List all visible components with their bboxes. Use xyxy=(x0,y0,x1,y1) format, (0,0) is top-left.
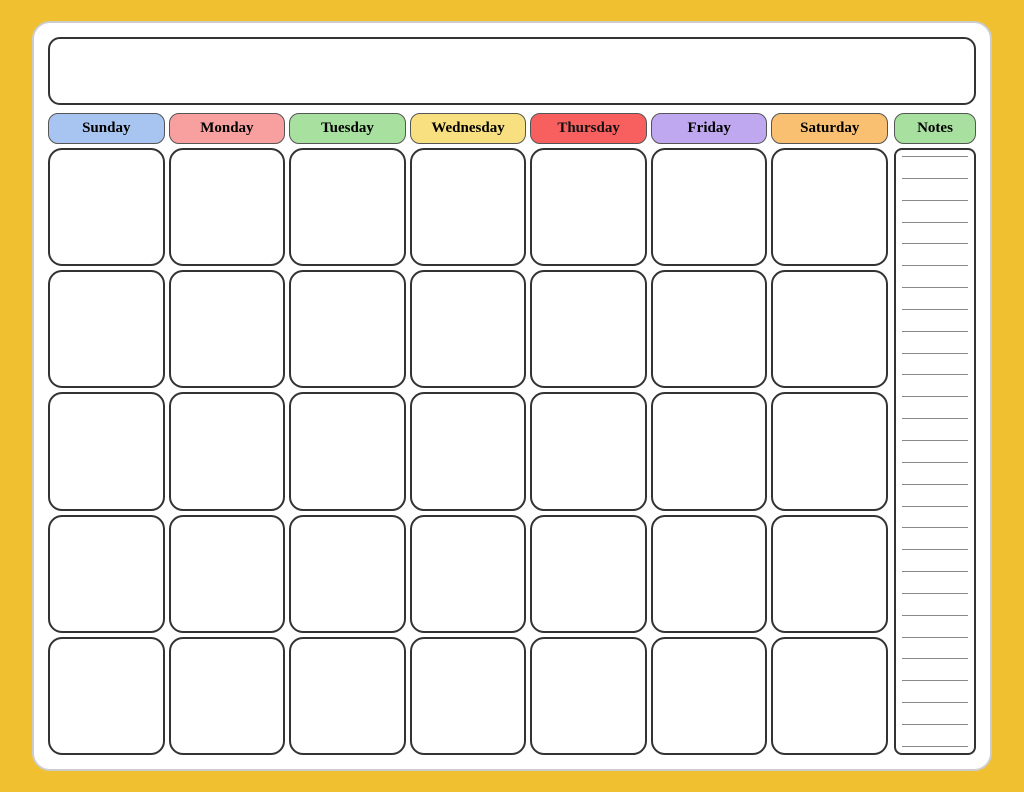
day-cell-1-4[interactable] xyxy=(530,270,647,388)
title-bar[interactable] xyxy=(48,37,976,105)
notes-line xyxy=(902,440,968,441)
notes-line xyxy=(902,658,968,659)
header-thursday: Thursday xyxy=(530,113,647,144)
rows-area xyxy=(48,148,888,755)
day-cell-1-6[interactable] xyxy=(771,270,888,388)
day-cell-3-1[interactable] xyxy=(169,515,286,633)
day-cell-2-2[interactable] xyxy=(289,392,406,510)
notes-column: Notes xyxy=(894,113,976,755)
notes-line xyxy=(902,506,968,507)
notes-line xyxy=(902,615,968,616)
calendar-container: SundayMondayTuesdayWednesdayThursdayFrid… xyxy=(32,21,992,771)
notes-line xyxy=(902,243,968,244)
day-cell-0-2[interactable] xyxy=(289,148,406,266)
notes-line xyxy=(902,724,968,725)
day-cell-1-2[interactable] xyxy=(289,270,406,388)
notes-line xyxy=(902,178,968,179)
day-cell-0-5[interactable] xyxy=(651,148,768,266)
notes-line xyxy=(902,200,968,201)
header-saturday: Saturday xyxy=(771,113,888,144)
day-cell-3-6[interactable] xyxy=(771,515,888,633)
header-row: SundayMondayTuesdayWednesdayThursdayFrid… xyxy=(48,113,888,144)
day-cell-4-5[interactable] xyxy=(651,637,768,755)
notes-line xyxy=(902,571,968,572)
notes-line xyxy=(902,331,968,332)
day-cell-0-6[interactable] xyxy=(771,148,888,266)
notes-line xyxy=(902,374,968,375)
day-cell-3-3[interactable] xyxy=(410,515,527,633)
notes-line xyxy=(902,418,968,419)
notes-line xyxy=(902,549,968,550)
notes-line xyxy=(902,702,968,703)
day-cell-1-5[interactable] xyxy=(651,270,768,388)
calendar-body: SundayMondayTuesdayWednesdayThursdayFrid… xyxy=(48,113,976,755)
day-cell-2-3[interactable] xyxy=(410,392,527,510)
day-cell-1-0[interactable] xyxy=(48,270,165,388)
day-cell-0-0[interactable] xyxy=(48,148,165,266)
day-cell-3-5[interactable] xyxy=(651,515,768,633)
notes-line xyxy=(902,462,968,463)
day-cell-0-3[interactable] xyxy=(410,148,527,266)
header-sunday: Sunday xyxy=(48,113,165,144)
day-cell-0-4[interactable] xyxy=(530,148,647,266)
notes-line xyxy=(902,680,968,681)
notes-line xyxy=(902,396,968,397)
day-cell-4-0[interactable] xyxy=(48,637,165,755)
day-cell-2-5[interactable] xyxy=(651,392,768,510)
day-cell-0-1[interactable] xyxy=(169,148,286,266)
day-cell-3-4[interactable] xyxy=(530,515,647,633)
notes-line xyxy=(902,287,968,288)
notes-line xyxy=(902,265,968,266)
notes-line xyxy=(902,746,968,747)
notes-line xyxy=(902,222,968,223)
notes-line xyxy=(902,527,968,528)
day-cell-2-0[interactable] xyxy=(48,392,165,510)
notes-line xyxy=(902,593,968,594)
day-cell-3-0[interactable] xyxy=(48,515,165,633)
header-monday: Monday xyxy=(169,113,286,144)
main-grid: SundayMondayTuesdayWednesdayThursdayFrid… xyxy=(48,113,888,755)
day-cell-2-1[interactable] xyxy=(169,392,286,510)
day-cell-1-1[interactable] xyxy=(169,270,286,388)
week-row-4 xyxy=(48,515,888,633)
notes-line xyxy=(902,484,968,485)
header-wednesday: Wednesday xyxy=(410,113,527,144)
header-friday: Friday xyxy=(651,113,768,144)
day-cell-4-3[interactable] xyxy=(410,637,527,755)
day-cell-2-4[interactable] xyxy=(530,392,647,510)
day-cell-3-2[interactable] xyxy=(289,515,406,633)
notes-line xyxy=(902,353,968,354)
notes-line xyxy=(902,309,968,310)
day-cell-1-3[interactable] xyxy=(410,270,527,388)
week-row-2 xyxy=(48,270,888,388)
notes-header: Notes xyxy=(894,113,976,144)
notes-line xyxy=(902,637,968,638)
day-cell-4-1[interactable] xyxy=(169,637,286,755)
day-cell-4-6[interactable] xyxy=(771,637,888,755)
week-row-3 xyxy=(48,392,888,510)
week-row-1 xyxy=(48,148,888,266)
notes-lines[interactable] xyxy=(894,148,976,755)
week-row-5 xyxy=(48,637,888,755)
notes-line xyxy=(902,156,968,157)
day-cell-4-2[interactable] xyxy=(289,637,406,755)
header-tuesday: Tuesday xyxy=(289,113,406,144)
day-cell-2-6[interactable] xyxy=(771,392,888,510)
day-cell-4-4[interactable] xyxy=(530,637,647,755)
